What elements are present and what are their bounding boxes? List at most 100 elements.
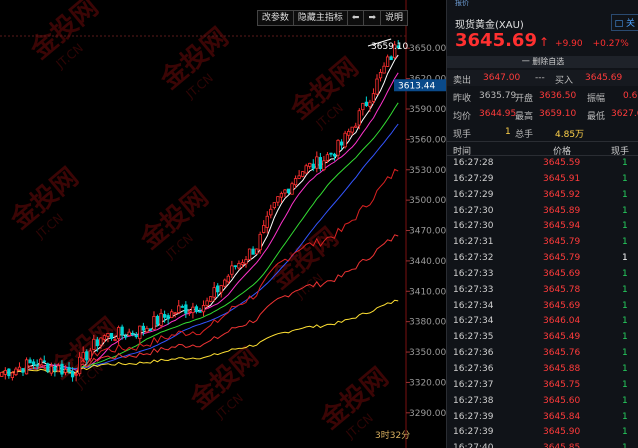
candlestick-chart[interactable]: 金投网JT.CN 金投网JT.CN 金投网JT.CN 金投网JT.CN 金投网JT.CN… (0, 0, 446, 448)
candle (46, 362, 50, 374)
stat-value: 3644.95 (479, 109, 517, 119)
edit-params-button[interactable]: 改参数 (258, 11, 294, 25)
watermark: 金投网JT.CN (284, 51, 364, 131)
tick-volume: 1 (622, 379, 628, 390)
candle (24, 357, 29, 375)
candle-body (244, 259, 248, 265)
stat-value: 3635.79 (479, 91, 517, 101)
candle (389, 55, 393, 61)
scroll-left-icon[interactable]: ⬅ (348, 11, 365, 25)
y-tick-label: 3650.00 (409, 44, 446, 54)
tick-row: 16:27:39 3645.84 1 (447, 410, 638, 426)
stats-row-1: 昨收 3635.79 开盘 3636.50 振幅 0.66 (447, 88, 638, 106)
tick-volume: 1 (622, 268, 628, 279)
price-change: +9.90 (555, 39, 583, 49)
tick-row: 16:27:28 3645.59 1 (447, 156, 638, 172)
candle-body (35, 364, 39, 367)
delete-favorite-button[interactable]: 一 删除自选 (447, 56, 638, 68)
candle-body (99, 337, 103, 346)
candle-body (134, 334, 138, 338)
y-tick-label: 3380.00 (409, 318, 446, 328)
tick-row: 16:27:31 3645.79 1 (447, 235, 638, 251)
price-change-pct: +0.27% (592, 39, 629, 49)
tick-row: 16:27:34 3645.69 1 (447, 299, 638, 315)
stats-row-3: 现手 1 总手 4.85万 (447, 124, 638, 142)
tick-volume: 1 (622, 158, 628, 168)
candle-body (184, 304, 188, 314)
candle (350, 126, 354, 136)
candle (145, 325, 149, 334)
candle-body (205, 300, 209, 306)
tick-price: 3645.59 (543, 158, 581, 168)
scroll-right-icon[interactable]: ➡ (364, 11, 381, 25)
tick-row: 16:27:38 3645.60 1 (447, 394, 638, 410)
last-price: 3645.69 (455, 30, 537, 51)
candle-body (269, 208, 273, 216)
candle-body (272, 202, 276, 209)
watermark: 金投网JT.CN (154, 21, 234, 101)
tick-price: 3645.84 (543, 411, 581, 422)
candle-body (251, 248, 255, 255)
candle-body (166, 315, 170, 320)
instrument-title: 现货黄金(XAU) (455, 20, 524, 31)
candle-body (315, 156, 319, 169)
candle-body (148, 328, 153, 331)
tick-row: 16:27:39 3645.90 1 (447, 425, 638, 441)
candle (382, 62, 386, 74)
tick-table: 时间 价格 现手 16:27:28 3645.59 1 16:27:29 3645.91… (447, 141, 638, 448)
hide-main-indicator-button[interactable]: 隐藏主指标 (294, 11, 348, 25)
tick-row: 16:27:33 3645.78 1 (447, 283, 638, 299)
candle-body (24, 359, 29, 375)
candle (254, 248, 259, 255)
tick-time: 16:27:29 (453, 189, 494, 200)
candle-body (56, 365, 61, 372)
candle-body (276, 196, 280, 203)
y-tick-label: 3560.00 (409, 135, 446, 145)
stat-label: 总手 (515, 130, 534, 140)
y-tick-label: 3530.00 (409, 166, 446, 176)
candle-body (187, 310, 192, 313)
candle-body (265, 215, 269, 228)
tick-volume: 1 (622, 173, 628, 184)
candle-body (279, 193, 284, 198)
candle (219, 285, 223, 298)
help-button[interactable]: 说明 (381, 11, 407, 25)
candle-body (70, 371, 75, 378)
candle-body (120, 326, 124, 335)
tick-price: 3645.78 (543, 284, 581, 295)
stat-label: 振幅 (587, 94, 606, 104)
candle-body (170, 311, 174, 318)
candle-body (131, 333, 135, 336)
candle-body (237, 263, 241, 269)
tick-row: 16:27:36 3645.76 1 (447, 346, 638, 362)
candle-body (95, 339, 99, 347)
tick-row: 16:27:32 3645.79 1 (447, 251, 638, 267)
candle (269, 204, 273, 219)
candle-body (290, 183, 294, 195)
candle (375, 74, 379, 96)
candle-body (212, 287, 216, 298)
tick-volume: 1 (622, 443, 628, 448)
candle-body (247, 248, 252, 261)
candle-body (85, 351, 89, 361)
chart-panel: 金投网 JT.CN 金投网 JT.CN 金投网 JT.CN 金投网 JT.CN 金投网 JT.CN… (0, 0, 446, 448)
candle-body (42, 360, 46, 363)
watermark: 金投网JT.CN (24, 0, 104, 72)
candle-body (262, 225, 266, 233)
y-tick-label: 3320.00 (409, 378, 446, 388)
candle (339, 139, 344, 150)
candle-body (347, 130, 351, 136)
arrow-up-icon: ↑ (538, 35, 550, 49)
candle (233, 265, 238, 270)
tab-quote[interactable]: 报价 (455, 0, 469, 8)
tick-time: 16:27:29 (453, 173, 494, 184)
follow-button[interactable]: □ 关 (610, 14, 638, 31)
stat-value: 0.66 (623, 91, 638, 101)
stats-row-2: 均价 3644.95 最高 3659.10 最低 3627.6 (447, 106, 638, 124)
candle-body (67, 367, 71, 372)
candle-body (364, 101, 369, 106)
candle (187, 309, 192, 316)
candle-body (254, 248, 259, 255)
candle (152, 311, 156, 330)
candle (0, 372, 4, 377)
